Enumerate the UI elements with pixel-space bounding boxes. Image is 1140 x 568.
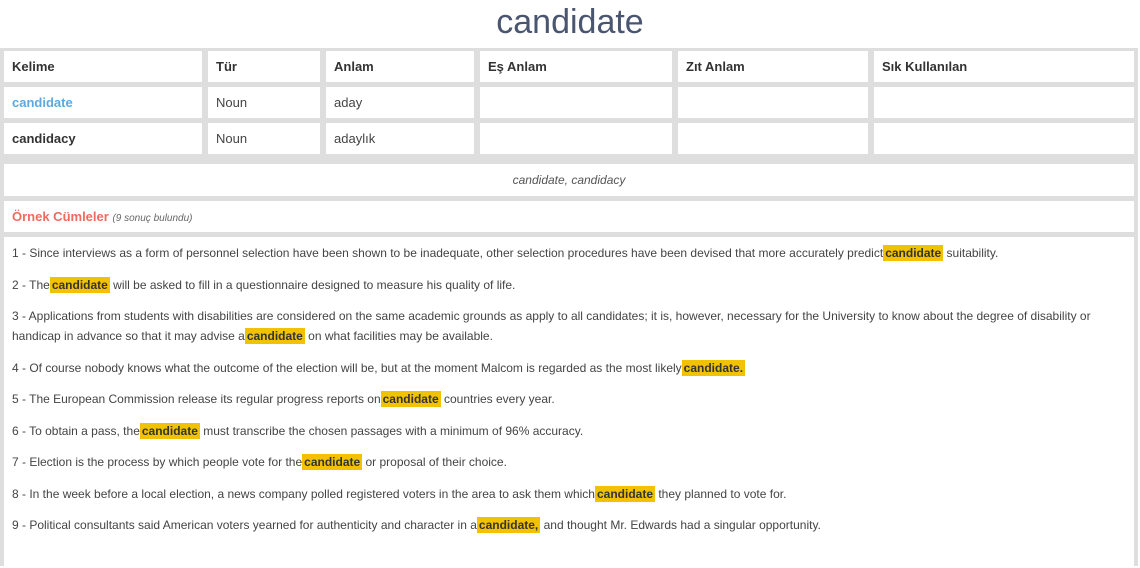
table-row: candidacy Noun adaylık bbox=[4, 123, 1134, 154]
column-header-tur: Tür bbox=[208, 51, 320, 82]
example-sentence: 2 - The candidate will be asked to fill i… bbox=[12, 276, 516, 293]
word-details-panel: Kelime Tür Anlam Eş Anlam Zıt Anlam Sık … bbox=[0, 46, 1140, 568]
sik-kullanilan-cell bbox=[874, 87, 1134, 118]
example-sentence: 3 - Applications from students with disa… bbox=[12, 309, 1091, 344]
column-header-es-anlam: Eş Anlam bbox=[480, 51, 672, 82]
highlighted-word: candidate bbox=[49, 276, 110, 293]
examples-title: Örnek Cümleler bbox=[12, 209, 109, 224]
example-sentences: 1 - Since interviews as a form of person… bbox=[4, 237, 1134, 568]
word-table: Kelime Tür Anlam Eş Anlam Zıt Anlam Sık … bbox=[0, 46, 1140, 159]
page-title: candidate bbox=[496, 3, 644, 41]
highlighted-word: candidate bbox=[883, 245, 944, 261]
table-header-row: Kelime Tür Anlam Eş Anlam Zıt Anlam Sık … bbox=[4, 51, 1134, 82]
highlighted-word: candidate bbox=[380, 391, 441, 407]
highlighted-word: candidate bbox=[139, 422, 200, 439]
anlam-cell: aday bbox=[326, 87, 474, 118]
example-sentence: 9 - Political consultants said American … bbox=[12, 517, 821, 533]
column-header-kelime: Kelime bbox=[4, 51, 202, 82]
word-forms: candidate, candidacy bbox=[4, 164, 1134, 196]
column-header-zit-anlam: Zıt Anlam bbox=[678, 51, 868, 82]
example-sentence: 5 - The European Commission release its … bbox=[12, 391, 555, 407]
sik-kullanilan-cell bbox=[874, 123, 1134, 154]
es-anlam-cell bbox=[480, 87, 672, 118]
example-sentence: 1 - Since interviews as a form of person… bbox=[12, 245, 999, 261]
word-link[interactable]: candidate bbox=[12, 95, 73, 110]
highlighted-word: candidate. bbox=[681, 359, 746, 376]
highlighted-word: candidate bbox=[302, 454, 363, 470]
word-text: candidacy bbox=[12, 131, 76, 146]
zit-anlam-cell bbox=[678, 87, 868, 118]
example-sentence: 8 - In the week before a local election,… bbox=[12, 485, 787, 502]
table-row: candidate Noun aday bbox=[4, 87, 1134, 118]
tur-cell: Noun bbox=[208, 123, 320, 154]
highlighted-word: candidate bbox=[594, 485, 655, 502]
examples-count: (9 sonuç bulundu) bbox=[112, 213, 193, 224]
example-sentence: 7 - Election is the process by which peo… bbox=[12, 454, 507, 470]
column-header-sik-kullanilan: Sık Kullanılan bbox=[874, 51, 1134, 82]
kelime-cell: candidate bbox=[4, 87, 202, 118]
zit-anlam-cell bbox=[678, 123, 868, 154]
anlam-cell: adaylık bbox=[326, 123, 474, 154]
es-anlam-cell bbox=[480, 123, 672, 154]
tur-cell: Noun bbox=[208, 87, 320, 118]
kelime-cell: candidacy bbox=[4, 123, 202, 154]
highlighted-word: candidate, bbox=[476, 517, 541, 533]
highlighted-word: candidate bbox=[244, 328, 305, 344]
examples-header: Örnek Cümleler (9 sonuç bulundu) bbox=[4, 201, 1134, 232]
example-sentence: 4 - Of course nobody knows what the outc… bbox=[12, 359, 746, 376]
column-header-anlam: Anlam bbox=[326, 51, 474, 82]
example-sentence: 6 - To obtain a pass, the candidate must … bbox=[12, 422, 584, 439]
